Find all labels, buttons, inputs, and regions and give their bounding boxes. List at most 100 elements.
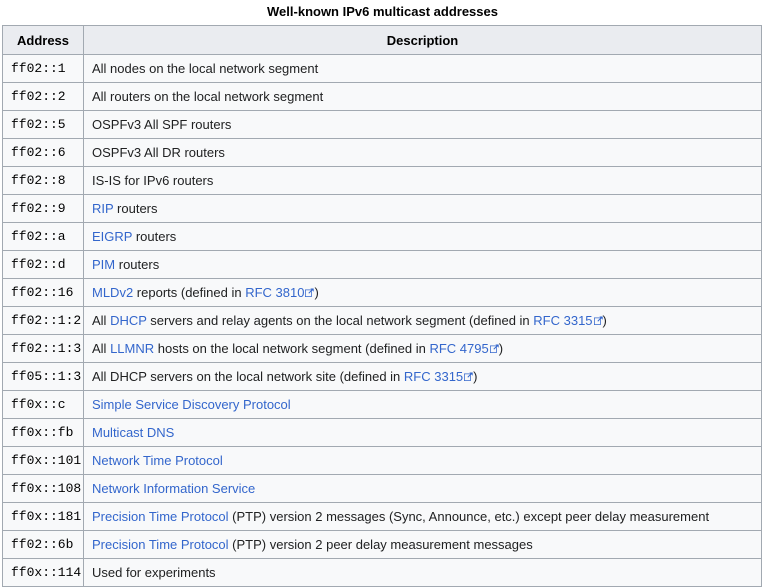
address-cell: ff02::d — [2, 250, 84, 279]
wiki-link[interactable]: LLMNR — [110, 341, 154, 356]
table-row: ff02::2 All routers on the local network … — [2, 82, 762, 111]
description-text: OSPFv3 All DR routers — [92, 144, 225, 160]
table-row: ff02::6 OSPFv3 All DR routers — [2, 138, 762, 167]
description-text: routers — [132, 228, 177, 244]
description-text: ) — [498, 340, 504, 356]
description-cell: Simple Service Discovery Protocol — [83, 390, 762, 419]
external-link[interactable]: RFC 3810 — [245, 285, 304, 300]
description-cell: IS-IS for IPv6 routers — [83, 166, 762, 195]
address-cell: ff02::2 — [2, 82, 84, 111]
column-header-address: Address — [2, 25, 84, 55]
wiki-link[interactable]: Multicast DNS — [92, 425, 174, 440]
table-row: ff0x::fb Multicast DNS — [2, 418, 762, 447]
wiki-link[interactable]: Simple Service Discovery Protocol — [92, 397, 291, 412]
table-row: ff02::1 All nodes on the local network se… — [2, 54, 762, 83]
description-cell: All DHCP servers on the local network si… — [83, 362, 762, 391]
column-header-description: Description — [83, 25, 762, 55]
wiki-link[interactable]: EIGRP — [92, 229, 132, 244]
description-text: routers — [113, 200, 158, 216]
description-text: All — [92, 312, 111, 328]
table-row: ff0x::181 Precision Time Protocol (PTP) v… — [2, 502, 762, 531]
description-text: hosts on the local network segment (defi… — [154, 340, 430, 356]
description-text: ) — [314, 284, 319, 300]
address-cell: ff02::16 — [2, 278, 84, 307]
wiki-link[interactable]: RIP — [92, 201, 113, 216]
table-row: ff02::d PIM routers — [2, 250, 762, 279]
description-text: All routers on the local network segment — [92, 88, 324, 104]
address-cell: ff0x::108 — [2, 474, 84, 503]
description-cell: All DHCP servers and relay agents on the… — [83, 306, 762, 335]
address-cell: ff0x::181 — [2, 502, 84, 531]
external-link[interactable]: RFC 4795 — [429, 341, 488, 356]
table-row: ff0x::c Simple Service Discovery Protocol — [2, 390, 762, 419]
table-row: ff02::6b Precision Time Protocol (PTP) ve… — [2, 530, 762, 559]
description-text: reports (defined in — [133, 284, 246, 300]
address-cell: ff02::8 — [2, 166, 84, 195]
external-link-icon — [464, 371, 473, 381]
ipv6-multicast-address-table: Address Description ff02::1 All nodes on … — [2, 25, 762, 587]
external-link[interactable]: RFC 3315 — [533, 313, 592, 328]
description-cell: Multicast DNS — [83, 418, 762, 447]
address-cell: ff02::a — [2, 222, 84, 251]
description-text: ) — [473, 368, 478, 384]
description-cell: MLDv2 reports (defined in RFC 3810) — [83, 278, 762, 307]
description-cell: OSPFv3 All SPF routers — [83, 110, 762, 139]
wiki-link[interactable]: Network Information Service — [92, 481, 255, 496]
ipv6-multicast-table-container: Well-known IPv6 multicast addresses Addr… — [0, 0, 765, 587]
external-link-icon — [305, 287, 315, 297]
table-row: ff02::8 IS-IS for IPv6 routers — [2, 166, 762, 195]
description-text: (PTP) version 2 messages (Sync, Announce… — [228, 508, 710, 524]
table-row: ff02::1:2 All DHCP servers and relay agen… — [2, 306, 762, 335]
wiki-link[interactable]: PIM — [92, 257, 115, 272]
table-header: Address Description — [2, 25, 762, 55]
address-cell: ff02::1 — [2, 54, 84, 83]
address-cell: ff0x::101 — [2, 446, 84, 475]
table-caption: Well-known IPv6 multicast addresses — [267, 4, 498, 19]
description-text: All nodes on the local network segment — [92, 60, 319, 76]
table-row: ff02::a EIGRP routers — [2, 222, 762, 251]
description-cell: EIGRP routers — [83, 222, 762, 251]
table-body: ff02::1 All nodes on the local network se… — [2, 54, 762, 587]
description-cell: Precision Time Protocol (PTP) version 2 … — [83, 502, 762, 531]
table-row: ff05::1:3 All DHCP servers on the local n… — [2, 362, 762, 391]
address-cell: ff0x::fb — [2, 418, 84, 447]
address-cell: ff0x::114 — [2, 558, 84, 587]
description-text: (PTP) version 2 peer delay measurement m… — [228, 536, 533, 552]
description-text: IS-IS for IPv6 routers — [92, 172, 214, 188]
wiki-link[interactable]: Network Time Protocol — [92, 453, 223, 468]
external-link[interactable]: RFC 3315 — [404, 369, 463, 384]
address-cell: ff02::5 — [2, 110, 84, 139]
table-row: ff02::9 RIP routers — [2, 194, 762, 223]
description-text: OSPFv3 All SPF routers — [92, 116, 232, 132]
description-cell: All routers on the local network segment — [83, 82, 762, 111]
address-cell: ff02::1:2 — [2, 306, 84, 335]
description-cell: OSPFv3 All DR routers — [83, 138, 762, 167]
description-text: routers — [115, 256, 160, 272]
wiki-link[interactable]: Precision Time Protocol — [92, 537, 229, 552]
table-row: ff0x::114 Used for experiments — [2, 558, 762, 587]
wiki-link[interactable]: MLDv2 — [92, 285, 133, 300]
table-row: ff02::1:3 All LLMNR hosts on the local ne… — [2, 334, 762, 363]
description-cell: PIM routers — [83, 250, 762, 279]
description-cell: All LLMNR hosts on the local network seg… — [83, 334, 762, 363]
address-cell: ff05::1:3 — [2, 362, 84, 391]
external-link-icon — [593, 315, 603, 325]
description-cell: All nodes on the local network segment — [83, 54, 762, 83]
description-text: All — [92, 340, 111, 356]
wiki-link[interactable]: Precision Time Protocol — [92, 509, 229, 524]
description-cell: Precision Time Protocol (PTP) version 2 … — [83, 530, 762, 559]
description-text: servers and relay agents on the local ne… — [146, 312, 534, 328]
description-text: Used for experiments — [92, 564, 216, 580]
wiki-link[interactable]: DHCP — [110, 313, 147, 328]
table-row: ff02::5 OSPFv3 All SPF routers — [2, 110, 762, 139]
description-cell: RIP routers — [83, 194, 762, 223]
description-text: ) — [602, 312, 607, 328]
table-header-row: Address Description — [2, 25, 762, 55]
address-cell: ff02::6 — [2, 138, 84, 167]
address-cell: ff02::9 — [2, 194, 84, 223]
address-cell: ff02::6b — [2, 530, 84, 559]
description-cell: Network Information Service — [83, 474, 762, 503]
address-cell: ff0x::c — [2, 390, 84, 419]
description-text: All DHCP servers on the local network si… — [92, 368, 404, 384]
external-link-icon — [489, 343, 499, 353]
